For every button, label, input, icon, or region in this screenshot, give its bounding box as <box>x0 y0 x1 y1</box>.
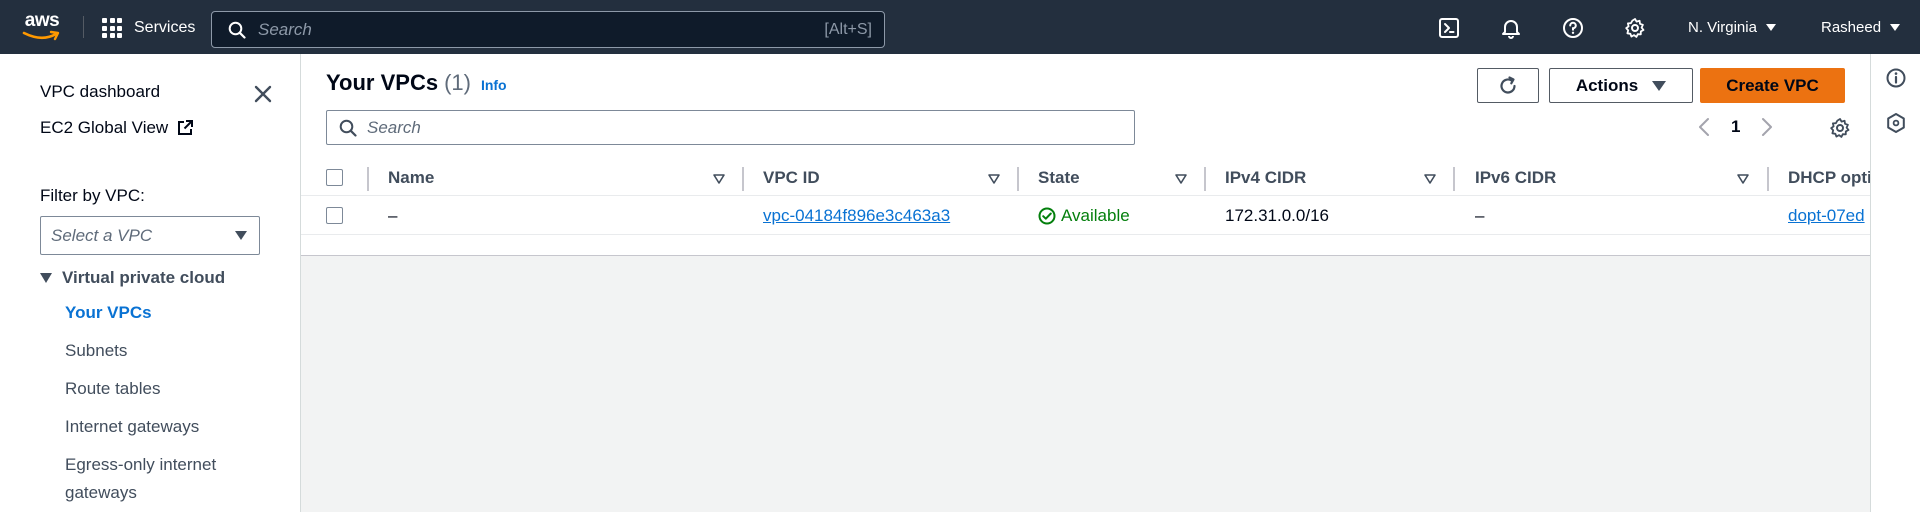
sort-icon[interactable] <box>712 173 726 185</box>
user-caret-icon <box>1890 24 1901 31</box>
cloudshell-icon[interactable] <box>1438 17 1460 39</box>
section-virtual-private-cloud[interactable]: Virtual private cloud <box>40 268 225 288</box>
aws-logo[interactable]: aws <box>20 11 64 43</box>
cell-vpc-id: vpc-04184f896e3c463a3 <box>763 197 950 235</box>
chevron-right-icon[interactable] <box>1760 116 1774 138</box>
services-label: Services <box>134 19 196 36</box>
actions-caret-icon <box>1652 80 1667 91</box>
status-success-icon <box>1038 207 1056 225</box>
tools-rail <box>1870 54 1920 512</box>
external-link-icon <box>178 120 194 135</box>
state-label: Available <box>1061 206 1130 225</box>
user-label: Rasheed <box>1821 19 1882 36</box>
chevron-down-icon <box>235 231 247 240</box>
sidebar-item-internet-gateways[interactable]: Internet gateways <box>65 413 199 441</box>
column-separator[interactable] <box>1453 167 1455 191</box>
services-menu-button[interactable]: Services <box>102 17 195 39</box>
column-separator <box>367 167 369 191</box>
sidebar-item-subnets[interactable]: Subnets <box>65 337 127 365</box>
global-search-input[interactable]: Search [Alt+S] <box>211 11 885 48</box>
pagination: 1 <box>1697 116 1774 138</box>
create-vpc-label: Create VPC <box>1726 75 1819 95</box>
cell-name: – <box>388 206 398 225</box>
vpc-search-placeholder: Search <box>367 117 421 137</box>
column-header-ipv6-cidr[interactable]: IPv6 CIDR <box>1475 160 1556 196</box>
region-selector[interactable]: N. Virginia <box>1688 19 1776 36</box>
search-icon <box>228 21 246 39</box>
caret-down-icon <box>40 273 52 283</box>
column-header-state[interactable]: State <box>1038 160 1080 196</box>
cell-state: Available <box>1038 197 1130 235</box>
region-label: N. Virginia <box>1688 19 1757 36</box>
nav-divider <box>83 16 84 38</box>
column-header-name[interactable]: Name <box>388 160 434 196</box>
bell-icon[interactable] <box>1500 17 1522 39</box>
dhcp-options-link[interactable]: dopt-07ed <box>1788 206 1865 226</box>
cell-ipv6-cidr: – <box>1475 206 1485 225</box>
close-icon[interactable] <box>252 83 274 105</box>
section-label: Virtual private cloud <box>62 268 226 287</box>
actions-label: Actions <box>1575 75 1639 95</box>
create-vpc-button[interactable]: Create VPC <box>1700 68 1845 103</box>
column-header-dhcp-options[interactable]: DHCP opti <box>1788 160 1871 196</box>
filter-by-vpc-select[interactable]: Select a VPC <box>40 216 260 255</box>
settings-icon[interactable] <box>1624 17 1646 39</box>
sort-icon[interactable] <box>1174 173 1188 185</box>
column-header-ipv4-cidr[interactable]: IPv4 CIDR <box>1225 160 1306 196</box>
info-link[interactable]: Info <box>481 77 507 93</box>
sidebar-item-ec2-global-view[interactable]: EC2 Global View <box>40 118 194 138</box>
page-title: Your VPCs <box>326 70 439 95</box>
page-number[interactable]: 1 <box>1731 117 1740 137</box>
top-navigation-bar: aws Services Search [Alt+S] N. Virginia … <box>0 0 1920 54</box>
region-caret-icon <box>1765 24 1776 31</box>
sidebar-item-route-tables[interactable]: Route tables <box>65 375 160 403</box>
aws-smile-icon <box>22 30 60 41</box>
table-header: Name VPC ID State IPv4 CIDR IPv6 CIDR DH… <box>301 160 1871 196</box>
services-grid-icon <box>102 18 122 38</box>
ec2-global-view-label: EC2 Global View <box>40 118 169 137</box>
vpc-table-panel: Your VPCs (1) Info Actions Create VPC Se… <box>301 54 1871 256</box>
chevron-left-icon[interactable] <box>1697 116 1711 138</box>
cell-ipv4-cidr: 172.31.0.0/16 <box>1225 206 1329 225</box>
column-separator[interactable] <box>1204 167 1206 191</box>
hexagon-icon[interactable] <box>1885 112 1907 134</box>
column-separator[interactable] <box>742 167 744 191</box>
cell-dhcp-options: dopt-07ed <box>1788 197 1871 235</box>
column-separator[interactable] <box>1017 167 1019 191</box>
user-menu[interactable]: Rasheed <box>1821 19 1901 36</box>
vpc-count: (1) <box>444 70 471 95</box>
main-content: Your VPCs (1) Info Actions Create VPC Se… <box>300 54 1871 512</box>
sort-icon[interactable] <box>1736 173 1750 185</box>
sort-icon[interactable] <box>1423 173 1437 185</box>
sort-icon[interactable] <box>987 173 1001 185</box>
side-navigation: VPC dashboard EC2 Global View Filter by … <box>0 54 300 512</box>
row-select-checkbox[interactable] <box>326 207 343 224</box>
panel-header: Your VPCs (1) Info <box>326 70 507 96</box>
global-search-placeholder: Search <box>258 19 312 39</box>
sidebar-item-your-vpcs[interactable]: Your VPCs <box>65 299 152 327</box>
select-all-checkbox[interactable] <box>326 169 343 186</box>
aws-logo-text: aws <box>24 10 60 31</box>
info-circle-icon[interactable] <box>1885 67 1907 89</box>
sidebar-item-vpc-dashboard[interactable]: VPC dashboard <box>40 82 160 102</box>
sidebar-item-egress-only-gateways[interactable]: gateways <box>65 479 137 507</box>
vpc-search-input[interactable]: Search <box>326 110 1135 145</box>
filter-vpc-placeholder: Select a VPC <box>51 225 153 245</box>
refresh-icon <box>1500 75 1516 94</box>
table-settings-icon[interactable] <box>1829 117 1851 139</box>
actions-button[interactable]: Actions <box>1549 68 1693 103</box>
column-separator[interactable] <box>1767 167 1769 191</box>
help-icon[interactable] <box>1562 17 1584 39</box>
search-shortcut-hint: [Alt+S] <box>824 20 872 38</box>
search-icon <box>339 119 357 137</box>
filter-by-vpc-label: Filter by VPC: <box>40 186 145 205</box>
vpc-id-link[interactable]: vpc-04184f896e3c463a3 <box>763 206 950 226</box>
sidebar-item-egress-only-internet[interactable]: Egress-only internet <box>65 451 216 479</box>
table-row[interactable]: – vpc-04184f896e3c463a3 Available 172.31… <box>301 197 1871 235</box>
column-header-vpc-id[interactable]: VPC ID <box>763 160 820 196</box>
refresh-button[interactable] <box>1477 68 1539 103</box>
